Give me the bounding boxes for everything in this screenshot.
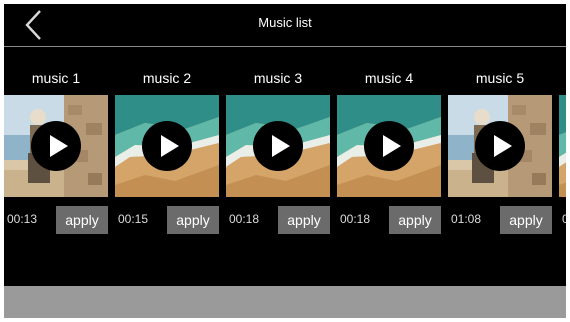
apply-button[interactable]: apply bbox=[500, 206, 552, 234]
apply-button[interactable]: apply bbox=[167, 206, 219, 234]
music-thumbnail[interactable] bbox=[337, 95, 441, 197]
bottom-bar bbox=[4, 286, 566, 318]
music-card-4: music 4 00:18 apply bbox=[337, 64, 441, 244]
music-card-1: music 1 00:13 apply bbox=[4, 64, 108, 244]
header: Music list bbox=[4, 4, 566, 46]
music-duration: 00:15 bbox=[118, 212, 149, 226]
apply-button[interactable]: apply bbox=[278, 206, 330, 234]
page-title: Music list bbox=[258, 15, 312, 30]
music-list-screen: Music list music 1 00:13 apply music 2 00:15… bbox=[4, 4, 566, 318]
music-thumbnail[interactable] bbox=[559, 95, 566, 197]
music-card-2: music 2 00:15 apply bbox=[115, 64, 219, 244]
music-label: music 4 bbox=[364, 70, 414, 86]
music-thumbnail[interactable] bbox=[4, 95, 108, 197]
apply-button[interactable]: apply bbox=[56, 206, 108, 234]
music-thumbnail[interactable] bbox=[226, 95, 330, 197]
music-card-3: music 3 00:18 apply bbox=[226, 64, 330, 244]
music-duration: 00:13 bbox=[7, 212, 38, 226]
play-icon[interactable] bbox=[253, 121, 303, 171]
apply-button[interactable]: apply bbox=[389, 206, 441, 234]
music-thumbnail[interactable] bbox=[448, 95, 552, 197]
music-duration: 0 bbox=[562, 212, 566, 226]
header-divider bbox=[4, 46, 566, 47]
music-duration: 00:18 bbox=[229, 212, 260, 226]
music-duration: 00:18 bbox=[340, 212, 371, 226]
music-label: music 5 bbox=[475, 70, 525, 86]
play-icon[interactable] bbox=[475, 121, 525, 171]
music-label: music 3 bbox=[253, 70, 303, 86]
music-label: music 2 bbox=[142, 70, 192, 86]
music-label: music 1 bbox=[31, 70, 81, 86]
music-strip[interactable]: music 1 00:13 apply music 2 00:15 apply music … bbox=[4, 64, 566, 244]
music-card-5: music 5 01:08 apply bbox=[448, 64, 552, 244]
play-icon[interactable] bbox=[142, 121, 192, 171]
play-icon[interactable] bbox=[31, 121, 81, 171]
music-thumbnail[interactable] bbox=[115, 95, 219, 197]
music-duration: 01:08 bbox=[451, 212, 482, 226]
music-card-6: 0 bbox=[559, 64, 566, 244]
play-icon[interactable] bbox=[364, 121, 414, 171]
